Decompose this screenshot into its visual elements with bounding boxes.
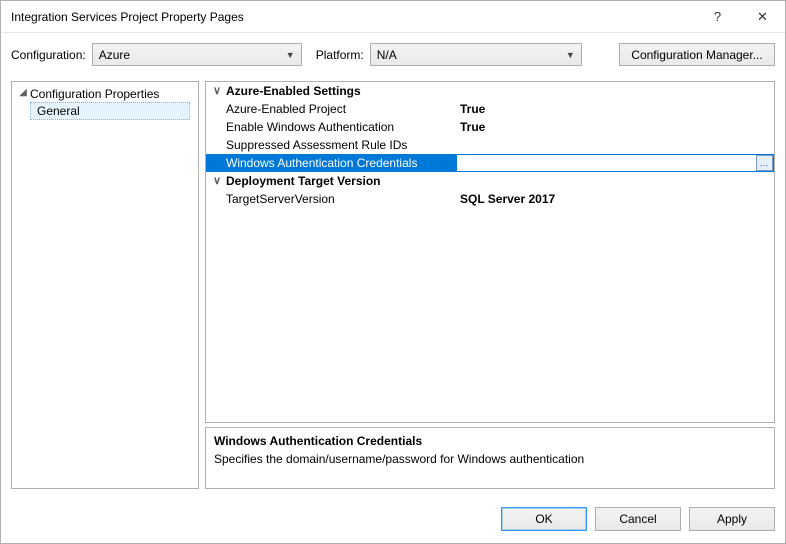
footer-buttons: OK Cancel Apply bbox=[1, 499, 785, 543]
prop-suppressed-rule-ids[interactable]: Suppressed Assessment Rule IDs bbox=[206, 136, 774, 154]
expand-icon[interactable]: ∨ bbox=[208, 82, 226, 100]
description-title: Windows Authentication Credentials bbox=[214, 434, 766, 448]
close-button[interactable]: ✕ bbox=[740, 1, 785, 32]
platform-label: Platform: bbox=[316, 48, 364, 62]
property-grid[interactable]: ∨ Azure-Enabled Settings Azure-Enabled P… bbox=[205, 81, 775, 423]
cancel-button[interactable]: Cancel bbox=[595, 507, 681, 531]
description-pane: Windows Authentication Credentials Speci… bbox=[205, 427, 775, 489]
help-button[interactable]: ? bbox=[695, 1, 740, 32]
main-area: ◢ Configuration Properties General ∨ Azu… bbox=[1, 81, 785, 499]
description-body: Specifies the domain/username/password f… bbox=[214, 452, 766, 466]
collapse-icon[interactable]: ◢ bbox=[16, 87, 30, 98]
prop-azure-enabled-project[interactable]: Azure-Enabled Project True bbox=[206, 100, 774, 118]
category-azure-settings[interactable]: ∨ Azure-Enabled Settings bbox=[206, 82, 774, 100]
chevron-down-icon: ▼ bbox=[286, 50, 295, 60]
tree-root-label: Configuration Properties bbox=[30, 87, 159, 101]
category-deployment-target[interactable]: ∨ Deployment Target Version bbox=[206, 172, 774, 190]
tree-root-row[interactable]: ◢ Configuration Properties bbox=[12, 85, 198, 102]
titlebar: Integration Services Project Property Pa… bbox=[1, 1, 785, 33]
platform-dropdown[interactable]: N/A ▼ bbox=[370, 43, 582, 66]
apply-button[interactable]: Apply bbox=[689, 507, 775, 531]
expand-icon[interactable]: ∨ bbox=[208, 172, 226, 190]
chevron-down-icon: ▼ bbox=[566, 50, 575, 60]
prop-windows-auth-credentials[interactable]: Windows Authentication Credentials … bbox=[206, 154, 774, 172]
ellipsis-button[interactable]: … bbox=[756, 155, 773, 171]
window-title: Integration Services Project Property Pa… bbox=[11, 10, 695, 24]
prop-target-server-version[interactable]: TargetServerVersion SQL Server 2017 bbox=[206, 190, 774, 208]
right-column: ∨ Azure-Enabled Settings Azure-Enabled P… bbox=[205, 81, 775, 489]
tree-item-general[interactable]: General bbox=[30, 102, 190, 120]
configuration-label: Configuration: bbox=[11, 48, 86, 62]
config-row: Configuration: Azure ▼ Platform: N/A ▼ C… bbox=[1, 33, 785, 81]
platform-value: N/A bbox=[377, 48, 560, 62]
configuration-dropdown[interactable]: Azure ▼ bbox=[92, 43, 302, 66]
configuration-manager-button[interactable]: Configuration Manager... bbox=[619, 43, 775, 66]
nav-tree[interactable]: ◢ Configuration Properties General bbox=[11, 81, 199, 489]
configuration-value: Azure bbox=[99, 48, 280, 62]
prop-enable-windows-auth[interactable]: Enable Windows Authentication True bbox=[206, 118, 774, 136]
ok-button[interactable]: OK bbox=[501, 507, 587, 531]
